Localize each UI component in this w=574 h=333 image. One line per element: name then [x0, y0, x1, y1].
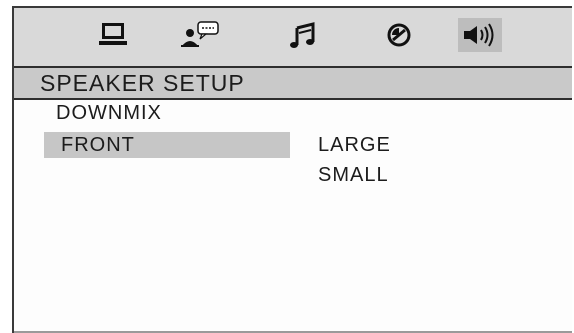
- speaker-icon: [464, 23, 494, 47]
- menu-item-downmix[interactable]: DOWNMIX: [56, 102, 162, 125]
- person-speech-icon: [181, 21, 219, 47]
- page-title-bar: SPEAKER SETUP: [14, 68, 572, 100]
- menu-item-label: DOWNMIX: [56, 102, 162, 124]
- tab-speaker-setup[interactable]: [458, 18, 502, 52]
- tab-language-setup[interactable]: [178, 18, 222, 52]
- option-large[interactable]: LARGE: [318, 134, 391, 157]
- menu-item-front[interactable]: FRONT: [44, 132, 290, 158]
- menu-item-label: FRONT: [61, 134, 135, 156]
- tab-video-setup[interactable]: [377, 18, 421, 52]
- osd-frame: SPEAKER SETUP DOWNMIX FRONT LARGE SMALL: [12, 6, 572, 333]
- option-label: SMALL: [318, 164, 389, 186]
- tab-audio-setup[interactable]: [283, 18, 327, 52]
- option-label: LARGE: [318, 134, 391, 156]
- music-note-icon: [290, 22, 315, 48]
- page-title: SPEAKER SETUP: [40, 70, 245, 96]
- tab-system-setup[interactable]: [92, 18, 136, 52]
- option-small[interactable]: SMALL: [318, 164, 389, 187]
- dial-icon: [387, 23, 411, 47]
- monitor-icon: [99, 23, 127, 45]
- setup-icon-bar: [14, 8, 572, 68]
